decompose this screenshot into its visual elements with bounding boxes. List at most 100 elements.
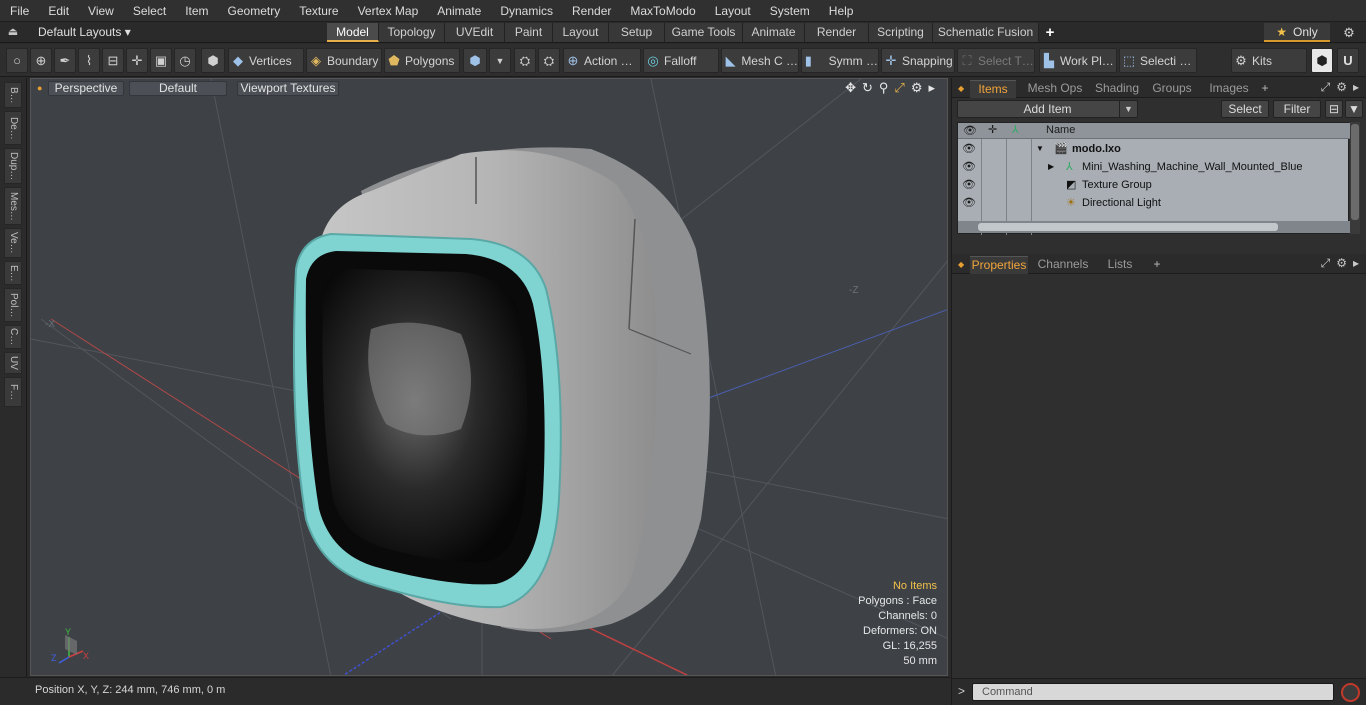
tab-channels[interactable]: Channels xyxy=(1036,256,1090,274)
tab-uvedit[interactable]: UVEdit xyxy=(445,23,505,42)
left-tab-fusion[interactable]: F… xyxy=(4,377,22,407)
viewport-menu-dot-icon[interactable]: ● xyxy=(37,83,42,93)
menu-texture[interactable]: Texture xyxy=(289,0,347,22)
tab-topology[interactable]: Topology xyxy=(379,23,445,42)
default-layouts-dropdown[interactable]: Default Layouts ▾ xyxy=(38,22,131,42)
tab-game-tools[interactable]: Game Tools xyxy=(665,23,743,42)
expand-arrow-icon[interactable]: ▼ xyxy=(1036,140,1044,158)
record-macro-icon[interactable] xyxy=(1341,683,1360,702)
texture-button[interactable]: ⛭ xyxy=(538,48,560,73)
tab-paint[interactable]: Paint xyxy=(505,23,553,42)
expand-panel-icon[interactable]: ⤢ xyxy=(1321,256,1331,271)
viewport-arrow-icon[interactable]: ▸ xyxy=(928,80,935,96)
name-column-header[interactable]: Name xyxy=(1046,124,1075,136)
tree-row-scene[interactable]: 👁 ▼ 🎬 modo.lxo xyxy=(958,140,1350,158)
selection-sets-button[interactable]: ⬚ Selecti … xyxy=(1119,48,1197,73)
left-tab-edge[interactable]: E… xyxy=(4,261,22,285)
expand-panel-icon[interactable]: ⤢ xyxy=(1321,80,1331,95)
left-tab-deform[interactable]: De… xyxy=(4,111,22,145)
viewport-textures-button[interactable]: Viewport Textures xyxy=(237,81,339,96)
mode-dropdown-button[interactable]: ▼ xyxy=(489,48,511,73)
panel-menu-dot-icon[interactable]: ◆ xyxy=(958,260,964,269)
select-through-button[interactable]: ⛶ Select T… xyxy=(957,48,1035,73)
move-view-icon[interactable]: ✥ xyxy=(845,80,856,96)
select-button[interactable]: Select xyxy=(1221,100,1269,118)
falloff-button[interactable]: ◎ Falloff xyxy=(643,48,719,73)
vertices-button[interactable]: ◆ Vertices xyxy=(228,48,304,73)
tab-animate[interactable]: Animate xyxy=(743,23,805,42)
3d-viewport[interactable]: -X -Z Y Z X ● Perspective Default Viewpo… xyxy=(30,78,948,676)
menu-animate[interactable]: Animate xyxy=(427,0,490,22)
menu-vertex-map[interactable]: Vertex Map xyxy=(348,0,428,22)
action-center-button[interactable]: ⊕ Action … xyxy=(563,48,641,73)
tree-row-texture-group[interactable]: 👁 ◩ Texture Group xyxy=(958,176,1350,194)
boundary-button[interactable]: ◈ Boundary xyxy=(306,48,382,73)
tab-items[interactable]: Items xyxy=(970,80,1016,98)
item-mode-button[interactable]: ⬢ xyxy=(463,48,487,73)
align-button[interactable]: ⊟ xyxy=(102,48,124,73)
panel-gear-icon[interactable]: ⚙ xyxy=(1336,80,1347,95)
chevron-down-icon[interactable]: ▼ xyxy=(1119,101,1137,117)
symmetry-button[interactable]: ▮ Symm … xyxy=(801,48,879,73)
menu-geometry[interactable]: Geometry xyxy=(218,0,290,22)
tab-setup[interactable]: Setup xyxy=(609,23,665,42)
tree-row-mesh[interactable]: 👁 ▶ ⅄ Mini_Washing_Machine_Wall_Mounted_… xyxy=(958,158,1350,176)
menu-layout[interactable]: Layout xyxy=(705,0,760,22)
mesh-constraint-button[interactable]: ◣ Mesh C … xyxy=(721,48,799,73)
panel-menu-dot-icon[interactable]: ◆ xyxy=(958,84,964,93)
add-panel-tab-icon[interactable]: + xyxy=(1258,80,1272,98)
left-tab-vertex[interactable]: Ve… xyxy=(4,228,22,258)
menu-render[interactable]: Render xyxy=(562,0,620,22)
polygons-button[interactable]: ⬟ Polygons xyxy=(384,48,460,73)
tab-mesh-ops[interactable]: Mesh Ops xyxy=(1024,80,1086,98)
layout-arrow-icon[interactable]: ⏏ xyxy=(6,25,20,39)
menu-view[interactable]: View xyxy=(78,0,123,22)
clock-button[interactable]: ◷ xyxy=(174,48,196,73)
kits-button[interactable]: ⚙ Kits xyxy=(1231,48,1307,73)
box-button[interactable]: ▣ xyxy=(150,48,172,73)
tree-horizontal-scrollbar[interactable] xyxy=(958,221,1350,233)
panel-arrow-icon[interactable]: ▸ xyxy=(1353,256,1359,271)
tab-shading[interactable]: Shading xyxy=(1090,80,1144,98)
menu-system[interactable]: System xyxy=(760,0,819,22)
gear-icon[interactable]: ⚙ xyxy=(1340,24,1358,41)
tab-model[interactable]: Model xyxy=(327,23,379,42)
tab-scripting[interactable]: Scripting xyxy=(869,23,933,42)
tab-layout[interactable]: Layout xyxy=(553,23,609,42)
add-tab-icon[interactable]: + xyxy=(1039,23,1061,42)
menu-edit[interactable]: Edit xyxy=(38,0,78,22)
globe-button[interactable]: ⊕ xyxy=(30,48,52,73)
eye-icon[interactable]: 👁 xyxy=(962,194,976,212)
tab-images[interactable]: Images xyxy=(1204,80,1254,98)
only-button[interactable]: ★ Only xyxy=(1264,23,1330,42)
menu-file[interactable]: File xyxy=(0,0,38,22)
add-item-button[interactable]: Add Item ▼ xyxy=(957,100,1138,118)
unity-button[interactable]: ⬢ xyxy=(1311,48,1333,73)
maximize-view-icon[interactable]: ⤢ xyxy=(894,80,904,96)
collapse-icon[interactable]: ⊟ xyxy=(1325,100,1343,118)
menu-select[interactable]: Select xyxy=(123,0,175,22)
tab-properties[interactable]: Properties xyxy=(970,256,1028,274)
view-mode-button[interactable]: Perspective xyxy=(48,81,124,96)
panel-gear-icon[interactable]: ⚙ xyxy=(1336,256,1347,271)
filter-button[interactable]: Filter xyxy=(1273,100,1321,118)
eye-icon[interactable]: 👁 xyxy=(962,140,976,158)
tab-schematic-fusion[interactable]: Schematic Fusion xyxy=(933,23,1039,42)
menu-dynamics[interactable]: Dynamics xyxy=(490,0,562,22)
cube-button[interactable]: ⬢ xyxy=(201,48,225,73)
left-tab-curve[interactable]: C… xyxy=(4,325,22,349)
viewport-gear-icon[interactable]: ⚙ xyxy=(911,80,923,96)
zoom-view-icon[interactable]: ⚲ xyxy=(879,80,889,96)
command-input[interactable]: Command xyxy=(972,683,1334,701)
material-button[interactable]: ⛭ xyxy=(514,48,536,73)
pen-button[interactable]: ✒ xyxy=(54,48,76,73)
tab-render[interactable]: Render xyxy=(805,23,869,42)
transform-button[interactable]: ✛ xyxy=(126,48,148,73)
add-panel-tab-icon[interactable]: + xyxy=(1150,256,1164,274)
tree-vertical-scrollbar[interactable] xyxy=(1350,122,1360,234)
collapsed-arrow-icon[interactable]: ▶ xyxy=(1048,158,1054,176)
left-tab-basic[interactable]: B… xyxy=(4,82,22,108)
left-tab-polygon[interactable]: Pol… xyxy=(4,288,22,322)
panel-arrow-icon[interactable]: ▸ xyxy=(1353,80,1359,95)
brush-button[interactable]: ⌇ xyxy=(78,48,100,73)
